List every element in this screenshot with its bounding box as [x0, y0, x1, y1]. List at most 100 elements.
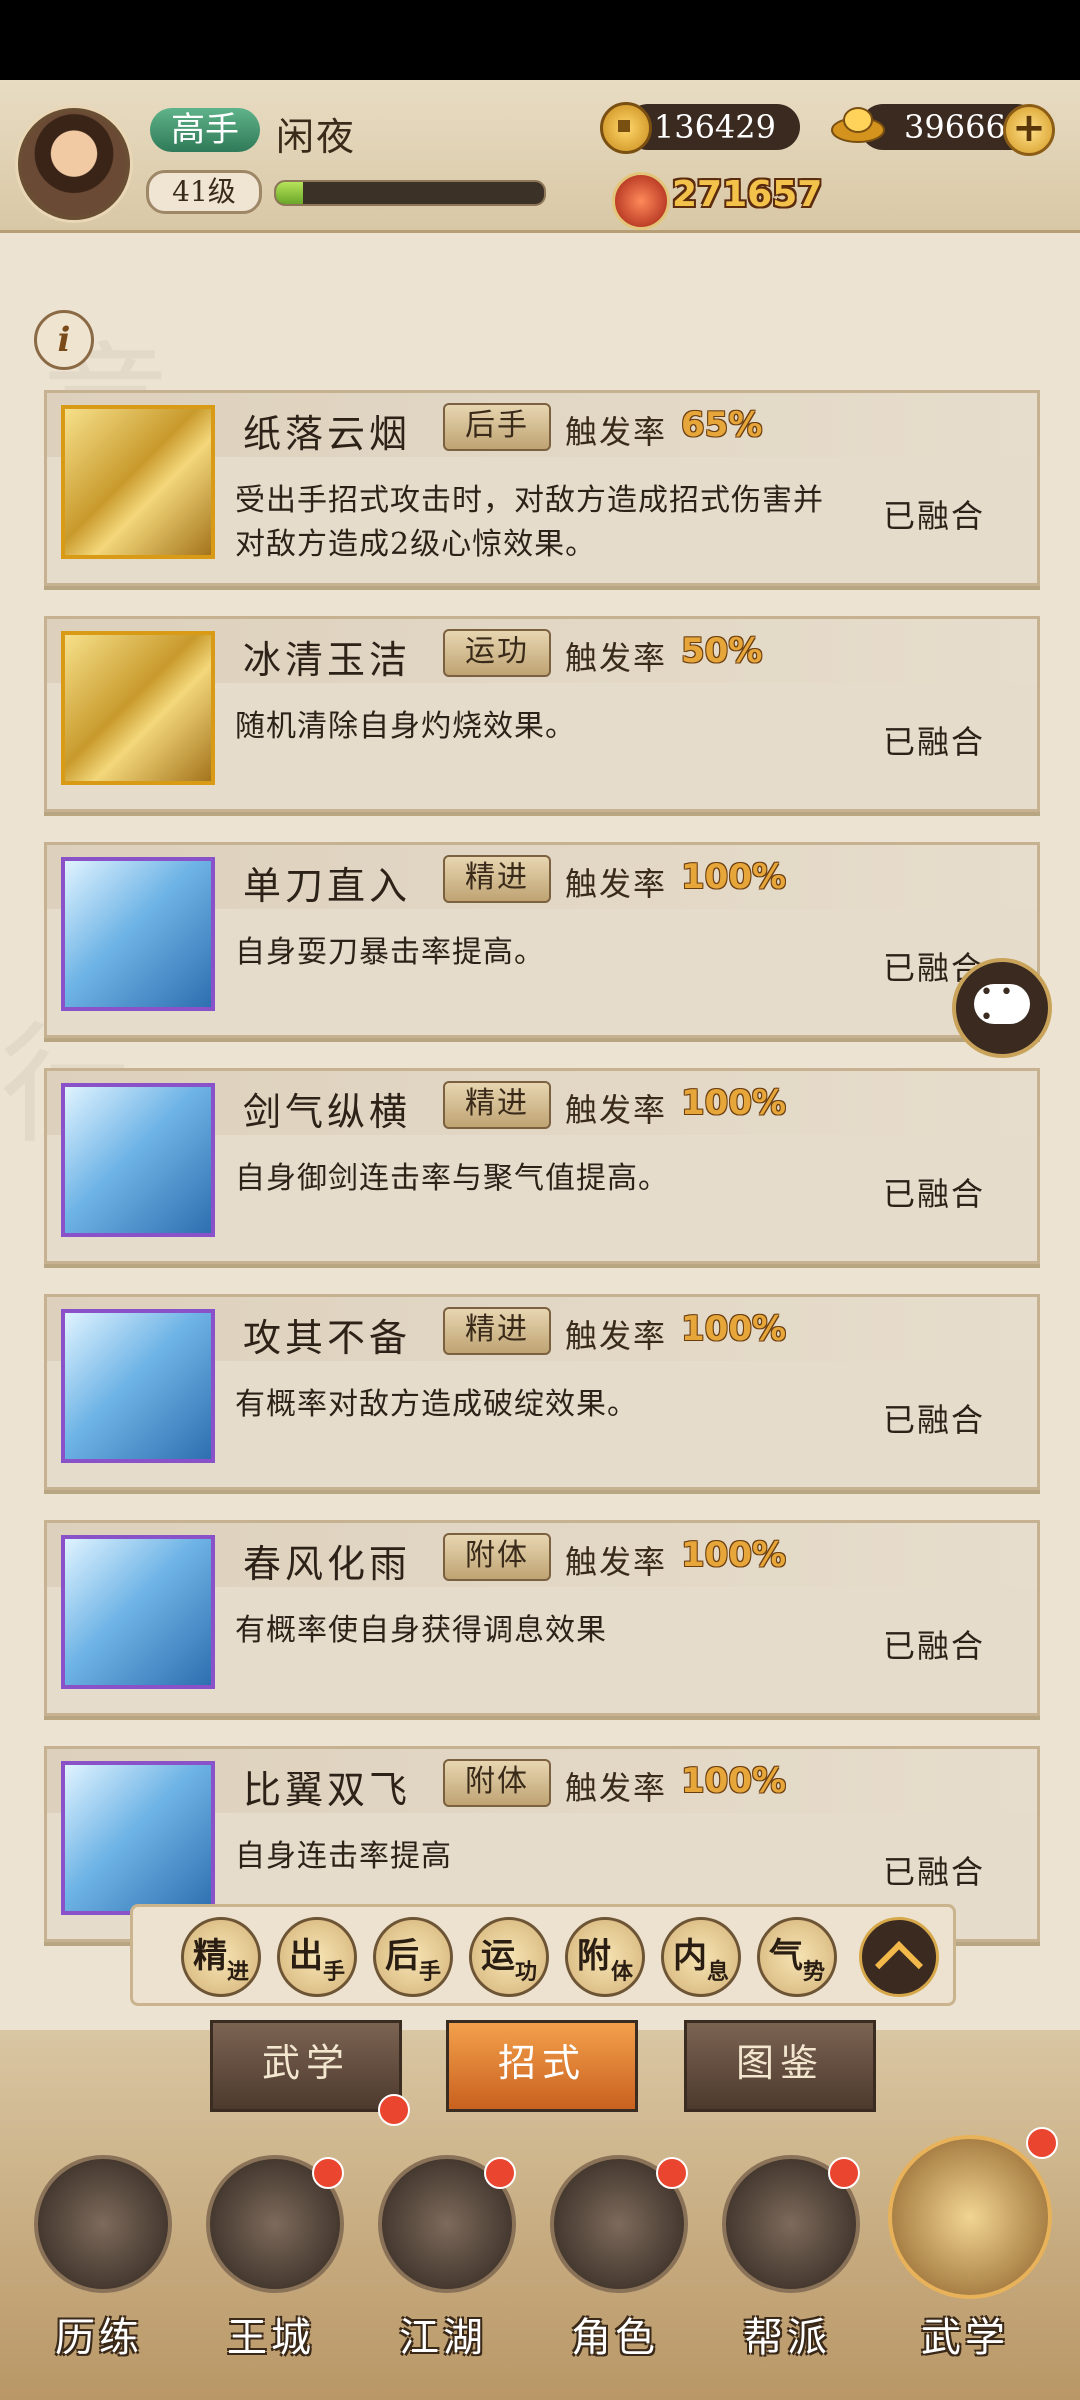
player-avatar[interactable] — [18, 108, 130, 220]
filter-label: 运 — [480, 1936, 515, 1976]
nav-bangpai[interactable]: 帮派 — [702, 2125, 872, 2395]
combat-power-value: 271657 — [672, 174, 823, 215]
game-screen: 意 风 行 高手 闲夜 41级 136429 39666 + 271657 i … — [0, 80, 1080, 2400]
skill-type-tag: 精进 — [443, 1307, 551, 1355]
merge-status: 已融合 — [883, 1627, 986, 1665]
filter-label: 后 — [384, 1936, 419, 1976]
tab-zhaoshi[interactable]: 招式 — [446, 2020, 638, 2112]
trigger-rate-value: 65% — [681, 405, 763, 445]
skill-name: 春风化雨 — [243, 1542, 412, 1586]
filter-button[interactable]: 后手 — [373, 1917, 453, 1997]
skill-description: 自身连击率提高 — [235, 1839, 452, 1874]
nav-wuxue[interactable]: 武学 — [880, 2125, 1058, 2395]
skill-description: 有概率对敌方造成破绽效果。 — [235, 1387, 638, 1422]
skill-name: 攻其不备 — [243, 1316, 412, 1360]
filter-label: 附 — [576, 1936, 611, 1976]
notification-dot — [828, 2157, 860, 2189]
trigger-rate-value: 100% — [681, 1083, 787, 1123]
chat-bubble-icon — [974, 980, 1030, 1030]
skill-icon — [61, 405, 215, 559]
skill-list[interactable]: 纸落云烟 后手 触发率 65% 受出手招式攻击时，对敌方造成招式伤害并对敌方造成2级心惊… — [44, 390, 1044, 1950]
trigger-rate-label: 触发率 — [565, 639, 668, 677]
filter-button[interactable]: 运功 — [469, 1917, 549, 1997]
skill-icon — [61, 631, 215, 785]
coin-icon — [600, 102, 652, 154]
info-button[interactable]: i — [34, 310, 94, 370]
notification-dot — [1026, 2127, 1058, 2159]
skill-name: 纸落云烟 — [243, 412, 412, 456]
trigger-rate-value: 50% — [681, 631, 763, 671]
skill-card[interactable]: 春风化雨 附体 触发率 100% 有概率使自身获得调息效果 已融合 — [44, 1520, 1040, 1716]
merge-status: 已融合 — [883, 1853, 986, 1891]
collapse-up-icon[interactable] — [859, 1917, 939, 1997]
martial-scroll-icon — [888, 2135, 1052, 2299]
xp-bar — [274, 180, 546, 206]
trigger-rate-label: 触发率 — [565, 1769, 668, 1807]
xp-bar-fill — [276, 182, 303, 204]
status-bar — [0, 0, 1080, 80]
filter-sublabel: 手 — [322, 1959, 345, 1985]
skill-name: 比翼双飞 — [243, 1768, 412, 1812]
skill-filter-bar: 气势 内息 附体 运功 后手 出手 精进 — [130, 1904, 956, 2006]
skill-card[interactable]: 单刀直入 精进 触发率 100% 自身耍刀暴击率提高。 已融合 — [44, 842, 1040, 1038]
trigger-rate-label: 触发率 — [565, 1317, 668, 1355]
skill-type-tag: 精进 — [443, 1081, 551, 1129]
skill-type-tag: 精进 — [443, 855, 551, 903]
skill-card[interactable]: 冰清玉洁 运功 触发率 50% 随机清除自身灼烧效果。 已融合 — [44, 616, 1040, 812]
skill-card[interactable]: 纸落云烟 后手 触发率 65% 受出手招式攻击时，对敌方造成招式伤害并对敌方造成2级心惊… — [44, 390, 1040, 586]
player-header: 高手 闲夜 41级 136429 39666 + 271657 — [0, 80, 1080, 233]
skill-icon — [61, 1309, 215, 1463]
skill-type-tag: 后手 — [443, 403, 551, 451]
nav-wangcheng[interactable]: 王城 — [186, 2125, 356, 2395]
tab-tujian[interactable]: 图鉴 — [684, 2020, 876, 2112]
filter-sublabel: 功 — [514, 1959, 537, 1985]
filter-button[interactable]: 内息 — [661, 1917, 741, 1997]
filter-sublabel: 进 — [226, 1959, 249, 1985]
skill-name: 剑气纵横 — [243, 1090, 412, 1134]
filter-label: 精 — [192, 1936, 227, 1976]
filter-button[interactable]: 附体 — [565, 1917, 645, 1997]
skill-type-tag: 附体 — [443, 1759, 551, 1807]
gold-ingot-icon — [831, 107, 885, 143]
merge-status: 已融合 — [883, 1401, 986, 1439]
notification-dot — [312, 2157, 344, 2189]
add-gold-button[interactable]: + — [1003, 104, 1055, 156]
filter-label: 气 — [768, 1936, 803, 1976]
filter-button[interactable]: 精进 — [181, 1917, 261, 1997]
skill-name: 单刀直入 — [243, 864, 412, 908]
merge-status: 已融合 — [883, 723, 986, 761]
trigger-rate-label: 触发率 — [565, 413, 668, 451]
filter-button[interactable]: 出手 — [277, 1917, 357, 1997]
skill-description: 有概率使自身获得调息效果 — [235, 1613, 607, 1648]
trigger-rate-label: 触发率 — [565, 865, 668, 903]
skill-icon — [61, 1761, 215, 1915]
skill-type-tag: 附体 — [443, 1533, 551, 1581]
skill-icon — [61, 1535, 215, 1689]
level-badge: 41级 — [146, 170, 262, 214]
chat-button[interactable] — [952, 958, 1052, 1058]
trigger-rate-value: 100% — [681, 1309, 787, 1349]
filter-sublabel: 体 — [610, 1959, 633, 1985]
tab-wuxue[interactable]: 武学 — [210, 2020, 402, 2112]
skill-card[interactable]: 攻其不备 精进 触发率 100% 有概率对敌方造成破绽效果。 已融合 — [44, 1294, 1040, 1490]
filter-label: 出 — [288, 1936, 323, 1976]
filter-sublabel: 手 — [418, 1959, 441, 1985]
combat-power-icon — [612, 172, 670, 230]
player-name: 闲夜 — [276, 115, 357, 159]
nav-jianghu[interactable]: 江湖 — [358, 2125, 528, 2395]
trigger-rate-label: 触发率 — [565, 1543, 668, 1581]
skill-description: 随机清除自身灼烧效果。 — [235, 709, 576, 744]
nav-lilian[interactable]: 历练 — [14, 2125, 184, 2395]
nav-juese[interactable]: 角色 — [530, 2125, 700, 2395]
filter-sublabel: 势 — [802, 1959, 825, 1985]
merge-status: 已融合 — [883, 497, 986, 535]
trigger-rate-value: 100% — [681, 1535, 787, 1575]
skill-card[interactable]: 剑气纵横 精进 触发率 100% 自身御剑连击率与聚气值提高。 已融合 — [44, 1068, 1040, 1264]
rank-badge: 高手 — [150, 108, 260, 152]
skill-type-tag: 运功 — [443, 629, 551, 677]
skill-description: 自身御剑连击率与聚气值提高。 — [235, 1161, 669, 1196]
filter-button[interactable]: 气势 — [757, 1917, 837, 1997]
notification-dot — [484, 2157, 516, 2189]
skill-name: 冰清玉洁 — [243, 638, 412, 682]
skill-icon — [61, 1083, 215, 1237]
